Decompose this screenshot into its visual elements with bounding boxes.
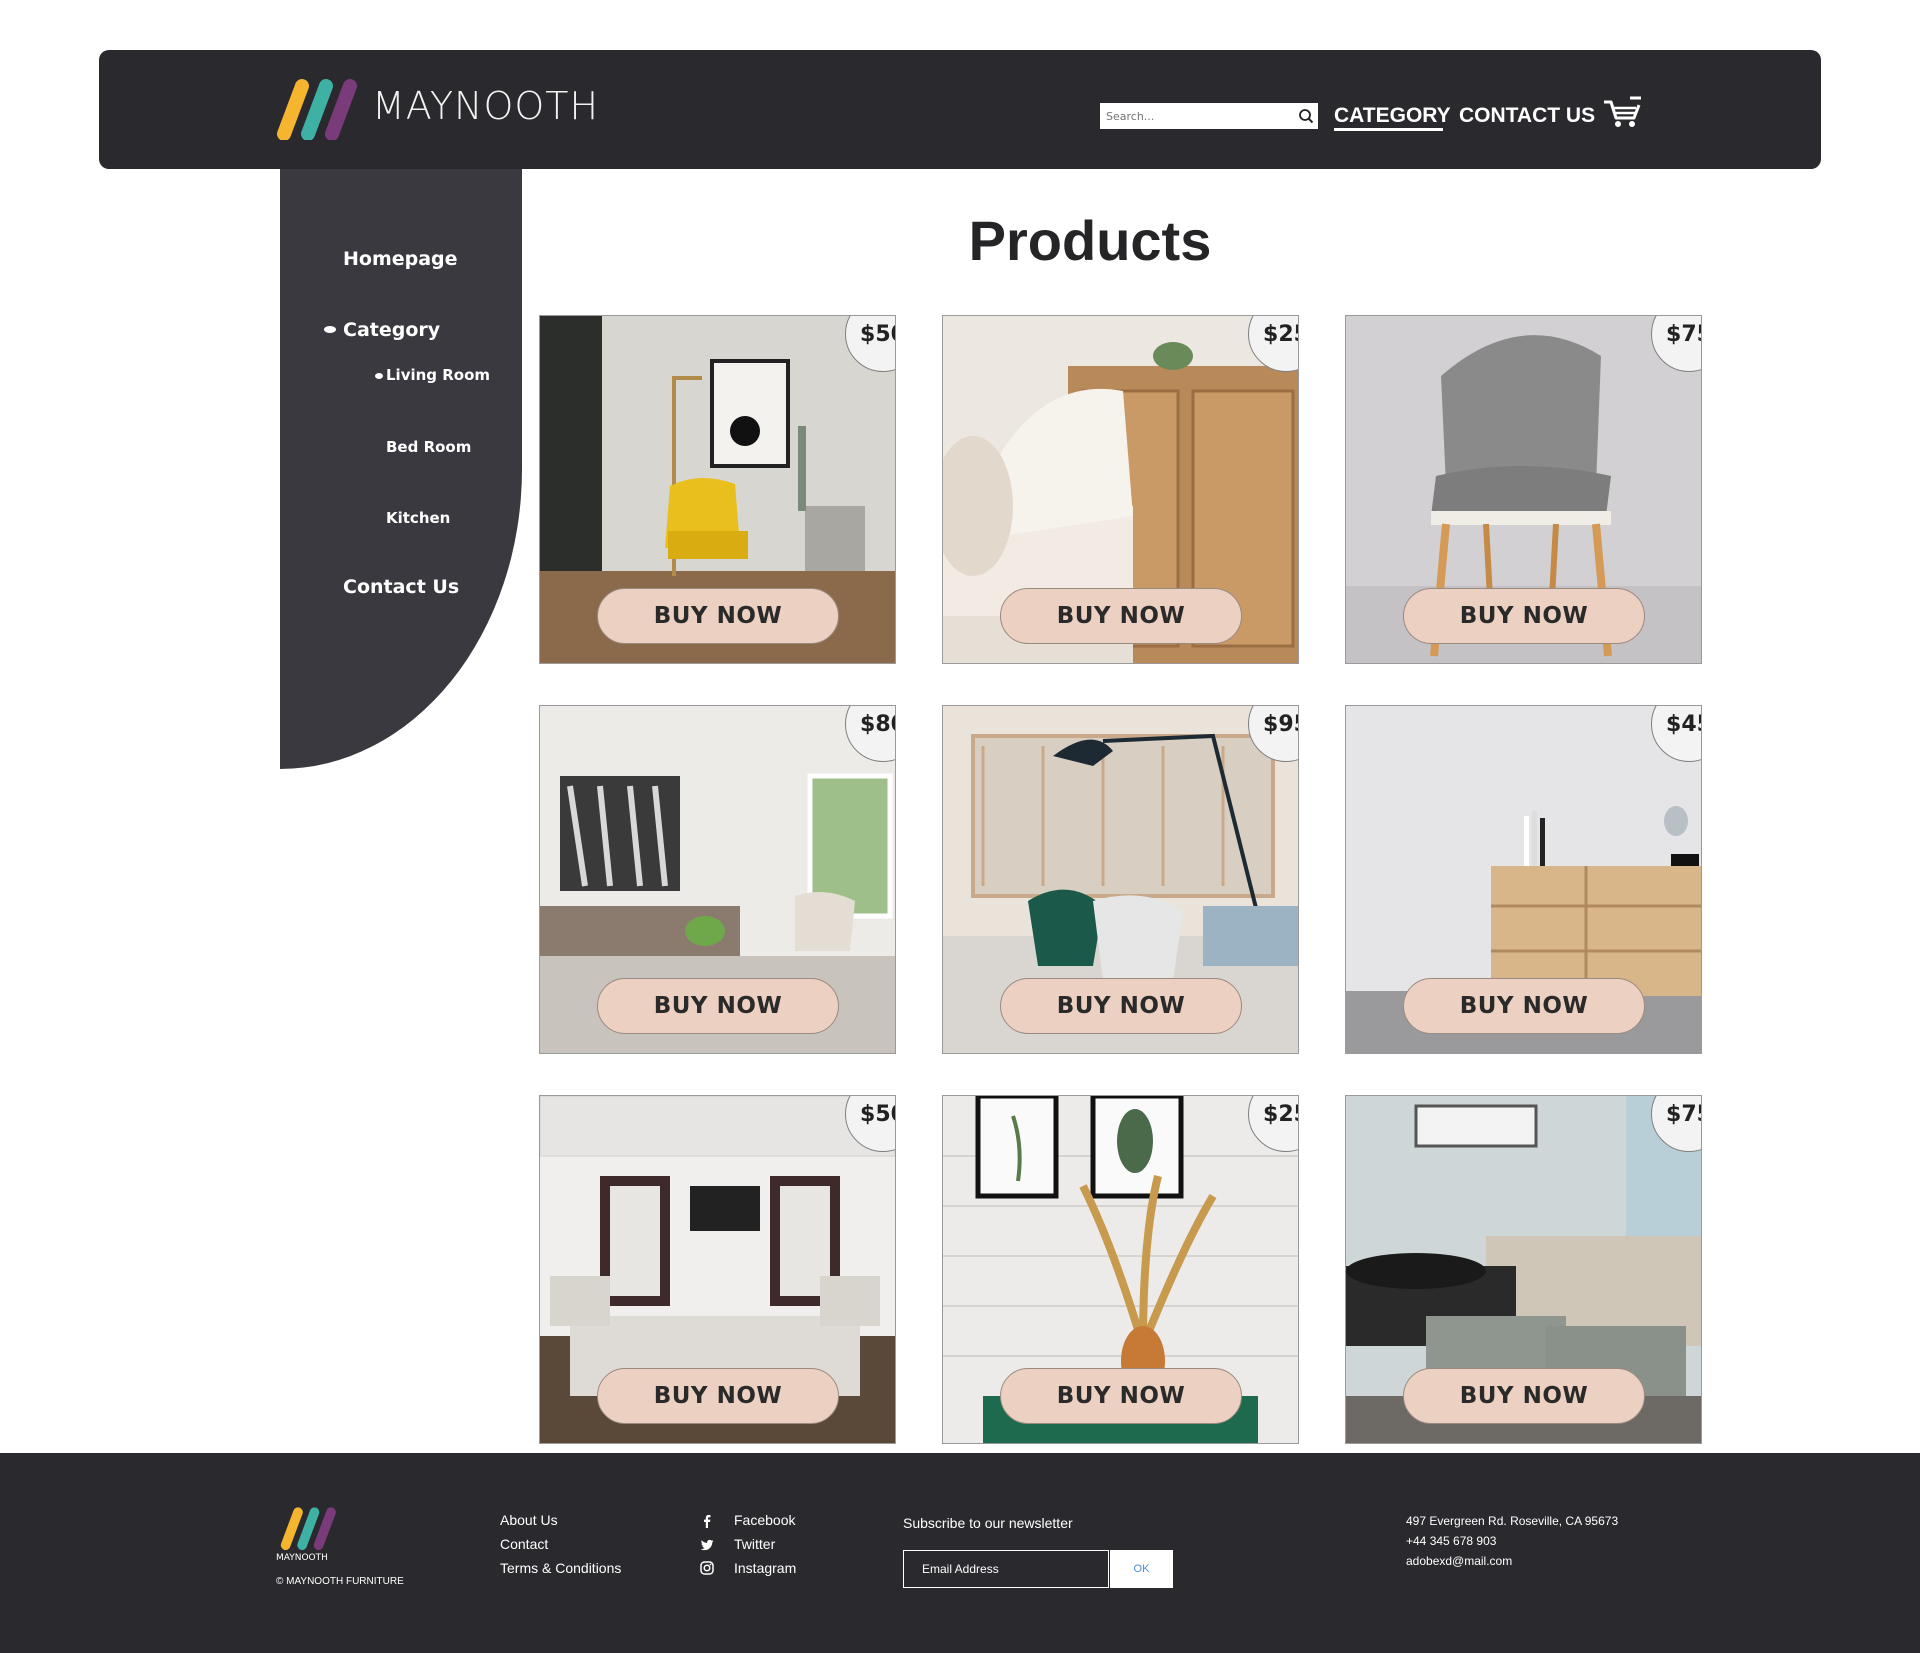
search-icon[interactable]	[1298, 108, 1314, 124]
buy-now-button[interactable]: BUY NOW	[597, 978, 839, 1034]
buy-now-button[interactable]: BUY NOW	[597, 1368, 839, 1424]
footer-email[interactable]: adobexd@mail.com	[1406, 1554, 1512, 1568]
brand-name[interactable]: MAYNOOTH	[372, 84, 599, 128]
category-bullet	[324, 326, 336, 333]
footer-phone: +44 345 678 903	[1406, 1534, 1497, 1548]
sidebar-item-contact-us[interactable]: Contact Us	[343, 576, 459, 598]
buy-now-button[interactable]: BUY NOW	[1403, 588, 1645, 644]
footer-link-terms[interactable]: Terms & Conditions	[500, 1560, 621, 1576]
sidebar-item-living-room[interactable]: Living Room	[386, 366, 490, 384]
living-room-bullet	[375, 373, 383, 379]
footer-social-twitter[interactable]: Twitter	[734, 1536, 775, 1552]
buy-now-button[interactable]: BUY NOW	[1000, 1368, 1242, 1424]
footer-address: 497 Evergreen Rd. Roseville, CA 95673	[1406, 1514, 1619, 1528]
sidebar-item-kitchen[interactable]: Kitchen	[386, 509, 450, 527]
buy-now-button[interactable]: BUY NOW	[1000, 978, 1242, 1034]
product-card: $50 BUY NOW	[539, 1095, 896, 1444]
nav-contact-us[interactable]: CONTACT US	[1459, 104, 1595, 128]
buy-now-button[interactable]: BUY NOW	[597, 588, 839, 644]
search-box[interactable]	[1100, 103, 1318, 129]
product-card: $45 BUY NOW	[1345, 705, 1702, 1054]
footer-logo-text: MAYNOOTH	[276, 1553, 328, 1563]
newsletter-ok-button[interactable]: OK	[1110, 1550, 1173, 1588]
newsletter-title: Subscribe to our newsletter	[903, 1515, 1073, 1531]
brand-logo[interactable]	[270, 78, 366, 140]
buy-now-button[interactable]: BUY NOW	[1403, 978, 1645, 1034]
buy-now-button[interactable]: BUY NOW	[1000, 588, 1242, 644]
sidebar-item-category[interactable]: Category	[343, 319, 440, 341]
footer-link-contact[interactable]: Contact	[500, 1536, 548, 1552]
footer-social-instagram[interactable]: Instagram	[734, 1560, 796, 1576]
product-card: $50 BUY NOW	[539, 315, 896, 664]
newsletter-email-box[interactable]	[903, 1550, 1109, 1588]
footer-logo[interactable]	[276, 1506, 342, 1550]
sidebar-item-homepage[interactable]: Homepage	[343, 248, 458, 270]
cart-icon[interactable]	[1602, 96, 1642, 130]
nav-active-underline	[1334, 128, 1443, 131]
facebook-icon[interactable]	[700, 1514, 714, 1528]
product-card: $95 BUY NOW	[942, 705, 1299, 1054]
sidebar-item-bed-room[interactable]: Bed Room	[386, 438, 471, 456]
product-card: $75 BUY NOW	[1345, 1095, 1702, 1444]
product-card: $25 BUY NOW	[942, 315, 1299, 664]
footer-link-about-us[interactable]: About Us	[500, 1512, 558, 1528]
instagram-icon[interactable]	[700, 1561, 714, 1575]
nav-category[interactable]: CATEGORY	[1334, 104, 1451, 128]
twitter-icon[interactable]	[700, 1538, 714, 1552]
product-card: $25 BUY NOW	[942, 1095, 1299, 1444]
product-card: $80 BUY NOW	[539, 705, 896, 1054]
footer-copyright: © MAYNOOTH FURNITURE	[276, 1576, 404, 1587]
page-title: Products	[968, 209, 1212, 272]
footer-social-facebook[interactable]: Facebook	[734, 1512, 795, 1528]
buy-now-button[interactable]: BUY NOW	[1403, 1368, 1645, 1424]
product-card: $75 BUY NOW	[1345, 315, 1702, 664]
newsletter-email-input[interactable]	[904, 1551, 1094, 1587]
search-input[interactable]	[1100, 103, 1286, 129]
